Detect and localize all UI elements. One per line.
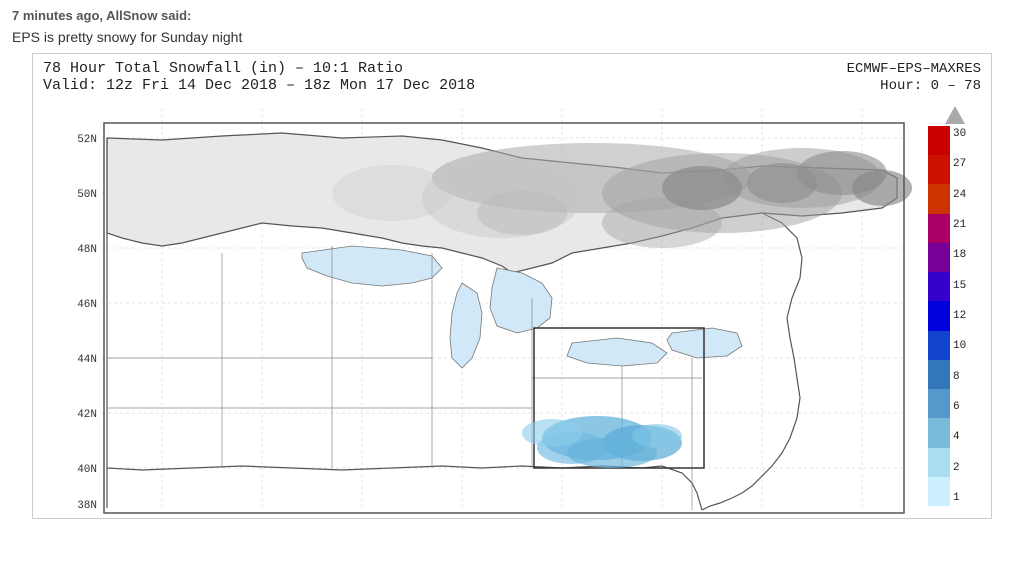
svg-text:46N: 46N	[77, 299, 97, 311]
legend-label-2: 2	[953, 462, 966, 474]
legend-label-12: 12	[953, 310, 966, 322]
svg-text:40N: 40N	[77, 464, 97, 476]
legend-label-15: 15	[953, 280, 966, 292]
legend-block-12	[928, 301, 950, 330]
legend-label-1: 1	[953, 492, 966, 504]
legend-label-4: 4	[953, 431, 966, 443]
svg-text:44N: 44N	[77, 354, 97, 366]
post-header: 7 minutes ago, AllSnow said:	[12, 8, 1012, 23]
legend-block-2	[928, 448, 950, 477]
svg-text:42N: 42N	[77, 409, 97, 421]
chart-title: 78 Hour Total Snowfall (in) – 10:1 Ratio	[43, 60, 403, 77]
chart-body: 52N 50N 48N 46N 44N 42N 40N 38N	[33, 98, 991, 518]
svg-text:50N: 50N	[77, 189, 97, 201]
chart-hour: Hour: 0 – 78	[880, 78, 981, 94]
legend-block-24	[928, 184, 950, 213]
legend-triangle	[945, 106, 965, 124]
legend-label-6: 6	[953, 401, 966, 413]
svg-text:48N: 48N	[77, 244, 97, 256]
legend-label-27: 27	[953, 158, 966, 170]
svg-text:38N: 38N	[77, 500, 97, 512]
chart-valid: Valid: 12z Fri 14 Dec 2018 – 18z Mon 17 …	[43, 77, 475, 94]
legend-label-10: 10	[953, 340, 966, 352]
legend-color-bar: 30 27 24 21 18 15 12 10 8 6 4 2	[928, 126, 982, 506]
chart-title-row: 78 Hour Total Snowfall (in) – 10:1 Ratio…	[43, 60, 981, 77]
legend-block-6	[928, 389, 950, 418]
legend-block-10	[928, 331, 950, 360]
legend-block-1	[928, 477, 950, 506]
legend-colors	[928, 126, 950, 506]
legend-block-21	[928, 214, 950, 243]
legend-label-8: 8	[953, 371, 966, 383]
legend-block-8	[928, 360, 950, 389]
map-area: 52N 50N 48N 46N 44N 42N 40N 38N	[33, 98, 921, 518]
legend-label-30: 30	[953, 128, 966, 140]
chart-valid-row: Valid: 12z Fri 14 Dec 2018 – 18z Mon 17 …	[43, 77, 981, 94]
legend-block-27	[928, 155, 950, 184]
chart-container: 78 Hour Total Snowfall (in) – 10:1 Ratio…	[32, 53, 992, 519]
legend-label-21: 21	[953, 219, 966, 231]
legend-block-30	[928, 126, 950, 155]
legend-block-18	[928, 243, 950, 272]
svg-text:52N: 52N	[77, 134, 97, 146]
legend-labels: 30 27 24 21 18 15 12 10 8 6 4 2	[953, 126, 966, 506]
chart-header: 78 Hour Total Snowfall (in) – 10:1 Ratio…	[33, 54, 991, 98]
chart-source: ECMWF–EPS–MAXRES	[847, 61, 981, 77]
legend-label-18: 18	[953, 249, 966, 261]
page-container: 7 minutes ago, AllSnow said: EPS is pret…	[0, 0, 1024, 576]
legend-block-4	[928, 418, 950, 447]
legend-label-24: 24	[953, 189, 966, 201]
map-svg: 52N 50N 48N 46N 44N 42N 40N 38N	[33, 98, 921, 518]
post-description: EPS is pretty snowy for Sunday night	[12, 29, 1012, 45]
legend-block-15	[928, 272, 950, 301]
legend-area: 30 27 24 21 18 15 12 10 8 6 4 2	[921, 98, 991, 518]
